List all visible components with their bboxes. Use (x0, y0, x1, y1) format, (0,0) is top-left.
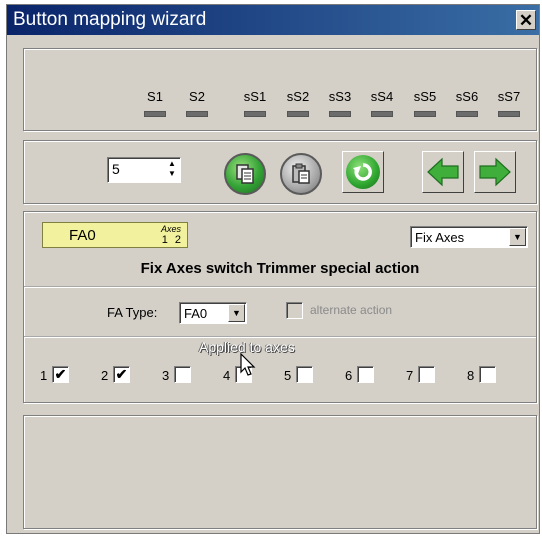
chevron-down-icon[interactable]: ▼ (509, 228, 526, 246)
status-label-ss4: sS4 (370, 89, 394, 104)
axis-checkbox-7[interactable] (418, 366, 435, 383)
button-mapping-wizard-window: Button mapping wizard ✕ S1 S2 sS1 sS2 sS… (6, 4, 540, 534)
button-number-spinner[interactable]: 5 ▲ ▼ (107, 157, 181, 183)
status-led (329, 111, 351, 117)
status-led (498, 111, 520, 117)
chevron-down-icon[interactable]: ▼ (228, 304, 245, 322)
status-label-s2: S2 (189, 89, 205, 104)
axis-number-4: 4 (223, 368, 231, 383)
mode-select-value: Fix Axes (415, 230, 465, 245)
close-button[interactable]: ✕ (516, 10, 536, 30)
status-led (371, 111, 393, 117)
spinner-buttons: ▲ ▼ (165, 159, 179, 181)
status-led (456, 111, 478, 117)
axis-checkbox-8[interactable] (479, 366, 496, 383)
spinner-value: 5 (112, 161, 120, 177)
divider (24, 286, 536, 288)
fa-badge: FA0 Axes 1 2 (42, 222, 188, 248)
fa-type-label: FA Type: (107, 305, 158, 320)
status-label-ss5: sS5 (413, 89, 437, 104)
axis-number-8: 8 (467, 368, 475, 383)
paste-icon (292, 163, 310, 184)
action-panel: FA0 Axes 1 2 Fix Axes ▼ Fix Axes switch … (23, 211, 537, 403)
axis-number-1: 1 (40, 368, 48, 383)
status-label-ss1: sS1 (243, 89, 267, 104)
title-bar: Button mapping wizard ✕ (7, 5, 539, 35)
axis-checkbox-2[interactable]: ✔ (113, 366, 130, 383)
axis-checkbox-3[interactable] (174, 366, 191, 383)
status-label-ss7: sS7 (497, 89, 521, 104)
divider (24, 336, 536, 338)
alternate-action-label: alternate action (310, 303, 393, 317)
status-label-s1: S1 (147, 89, 163, 104)
status-led (186, 111, 208, 117)
info-panel (23, 415, 537, 529)
status-label-ss2: sS2 (286, 89, 310, 104)
paste-button[interactable] (280, 153, 322, 195)
back-arrow-icon (427, 157, 459, 187)
mouse-pointer-icon (240, 353, 256, 376)
status-led (287, 111, 309, 117)
axis-number-6: 6 (345, 368, 353, 383)
copy-icon (236, 164, 254, 184)
reset-icon (353, 163, 372, 181)
mode-select[interactable]: Fix Axes ▼ (410, 226, 528, 248)
axis-number-7: 7 (406, 368, 414, 383)
window-title: Button mapping wizard (13, 9, 207, 30)
spinner-up-button[interactable]: ▲ (165, 159, 179, 169)
axis-number-5: 5 (284, 368, 292, 383)
axis-number-2: 2 (101, 368, 109, 383)
copy-button[interactable] (224, 153, 266, 195)
fa-type-select[interactable]: FA0 ▼ (179, 302, 247, 324)
status-led (244, 111, 266, 117)
forward-arrow-icon (479, 157, 511, 187)
axis-checkbox-1[interactable]: ✔ (52, 366, 69, 383)
alternate-action-checkbox[interactable] (286, 302, 303, 319)
toolbar-panel: 5 ▲ ▼ (23, 140, 537, 204)
fa-badge-axes-numbers: 1 2 (161, 234, 183, 246)
status-label-ss6: sS6 (455, 89, 479, 104)
fa-type-value: FA0 (184, 306, 208, 321)
axis-number-3: 3 (162, 368, 170, 383)
status-panel: S1 S2 sS1 sS2 sS3 sS4 sS5 sS6 sS7 (23, 48, 537, 131)
back-button[interactable] (422, 151, 464, 193)
fa-badge-label: FA0 (69, 227, 96, 244)
forward-button[interactable] (474, 151, 516, 193)
reset-button[interactable] (342, 151, 384, 193)
action-heading: Fix Axes switch Trimmer special action (140, 260, 420, 277)
axis-checkbox-5[interactable] (296, 366, 313, 383)
spinner-down-button[interactable]: ▼ (165, 169, 179, 179)
status-led (144, 111, 166, 117)
fa-badge-axes-caption: Axes (160, 224, 181, 234)
status-label-ss3: sS3 (328, 89, 352, 104)
axis-checkbox-6[interactable] (357, 366, 374, 383)
status-led (414, 111, 436, 117)
